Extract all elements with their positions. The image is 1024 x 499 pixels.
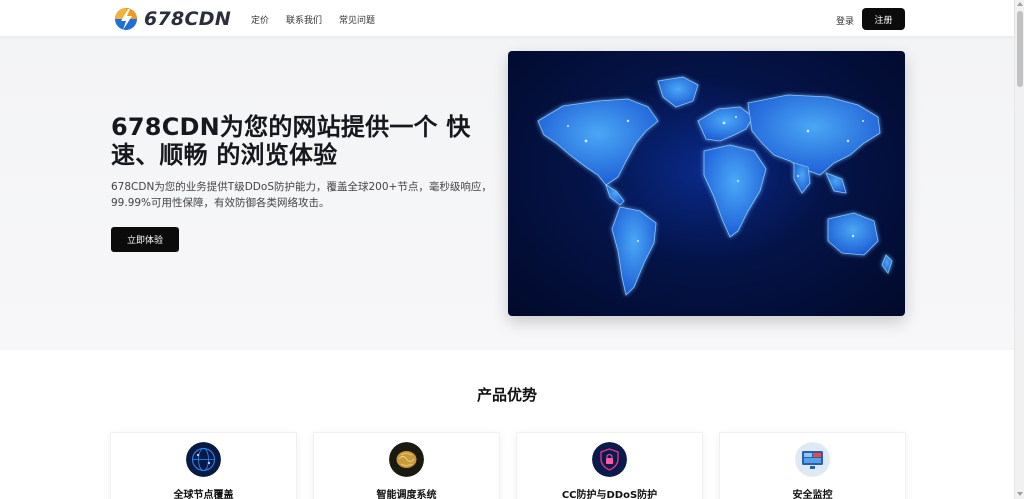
scroll-up-arrow-icon[interactable]: [1017, 2, 1023, 6]
feature-title: 安全监控: [792, 490, 833, 499]
world-map-image: [508, 51, 905, 316]
ai-brain-icon: [389, 442, 424, 477]
feature-title: CC防护与DDoS防护: [561, 490, 658, 499]
scroll-down-arrow-icon[interactable]: [1017, 492, 1023, 496]
logo-text: 678CDN: [144, 8, 232, 30]
feature-card-security-monitor[interactable]: 安全监控: [719, 432, 906, 499]
globe-network-icon: [186, 442, 221, 477]
scrollbar-thumb[interactable]: [1017, 11, 1023, 87]
feature-title: 智能调度系统: [376, 490, 437, 499]
monitor-dashboard-icon: [795, 442, 830, 477]
logo-mark-icon: [115, 8, 137, 30]
login-link[interactable]: 登录: [836, 14, 854, 27]
feature-title: 全球节点覆盖: [173, 490, 234, 499]
feature-card-smart-scheduling[interactable]: 智能调度系统: [313, 432, 500, 499]
features-title: 产品优势: [476, 386, 537, 404]
feature-card-global-nodes[interactable]: 全球节点覆盖: [110, 432, 297, 499]
feature-card-cc-ddos[interactable]: CC防护与DDoS防护: [516, 432, 703, 499]
hero-title: 678CDN为您的网站提供一个 快速、顺畅 的浏览体验: [111, 113, 471, 169]
try-now-button[interactable]: 立即体验: [111, 227, 179, 252]
hero-subtitle: 678CDN为您的业务提供T级DDoS防护能力，覆盖全球200+节点，毫秒级响应…: [111, 181, 492, 209]
nav-contact[interactable]: 联系我们: [286, 13, 322, 26]
nav-pricing[interactable]: 定价: [251, 13, 269, 26]
main-nav: 定价 联系我们 常见问题: [251, 13, 375, 26]
brand-logo[interactable]: 678CDN: [113, 6, 231, 32]
register-button[interactable]: 注册: [862, 8, 905, 30]
nav-faq[interactable]: 常见问题: [339, 13, 375, 26]
hero-section: 678CDN为您的网站提供一个 快速、顺畅 的浏览体验 678CDN为您的业务提…: [0, 37, 1014, 350]
world-map-glow-icon: [537, 76, 893, 296]
shield-lock-icon: [592, 442, 627, 477]
top-navbar: 678CDN 定价 联系我们 常见问题 登录 注册: [0, 0, 1014, 37]
page-scrollbar[interactable]: [1014, 0, 1024, 499]
feature-cards: 全球节点覆盖 智能调度系统 CC防护与DDoS防护 安全监控: [110, 432, 906, 499]
